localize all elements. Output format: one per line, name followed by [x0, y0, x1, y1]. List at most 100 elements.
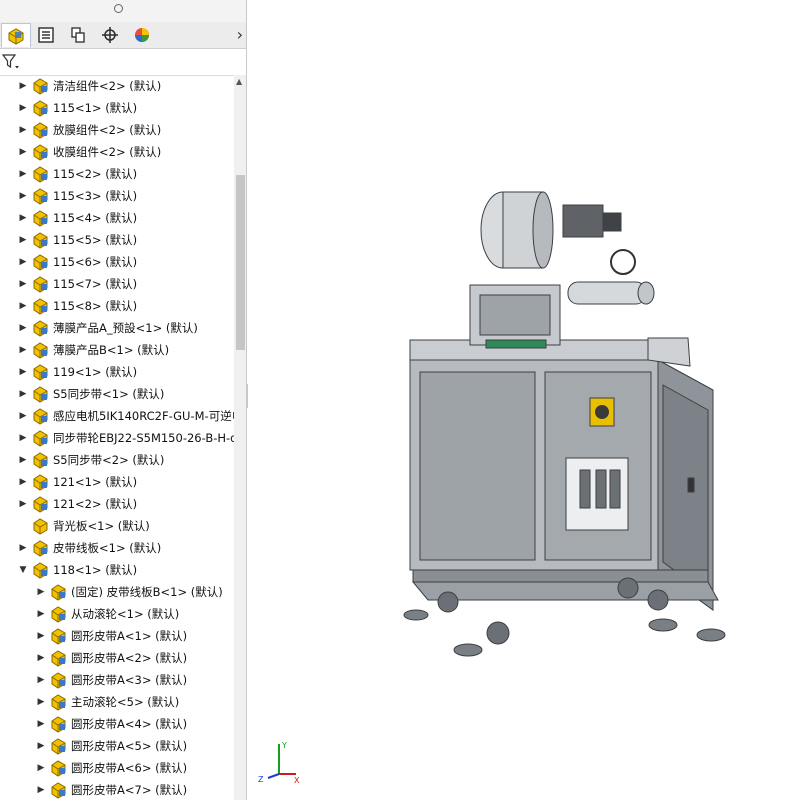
- tree-row[interactable]: ▶ 清洁组件<2> (默认): [0, 75, 234, 97]
- expand-arrow-icon[interactable]: ▶: [18, 432, 28, 444]
- tree-row[interactable]: ▶ 圆形皮带A<7> (默认): [0, 779, 234, 800]
- expand-arrow-icon[interactable]: ▶: [36, 740, 46, 752]
- tree-row[interactable]: ▶ 收膜组件<2> (默认): [0, 141, 234, 163]
- tabs-more-chevron-icon[interactable]: ›: [237, 25, 243, 44]
- tree-row[interactable]: ▶ 115<7> (默认): [0, 273, 234, 295]
- tree-row-label: 同步带轮EBJ22-S5M150-26-B-H-d10<: [53, 431, 234, 445]
- expand-arrow-icon[interactable]: ▶: [18, 366, 28, 378]
- tree-row[interactable]: ▶ 放膜组件<2> (默认): [0, 119, 234, 141]
- tab-configuration-manager[interactable]: [63, 23, 93, 47]
- expand-arrow-icon[interactable]: ▶: [36, 586, 46, 598]
- expand-arrow-icon[interactable]: ▶: [18, 476, 28, 488]
- expand-arrow-icon[interactable]: ▶: [18, 322, 28, 334]
- tree-row-label: 圆形皮带A<7> (默认): [71, 783, 188, 797]
- tab-display-manager[interactable]: [127, 23, 157, 47]
- filter-icon[interactable]: [2, 54, 20, 70]
- expand-arrow-icon[interactable]: ▶: [18, 168, 28, 180]
- tree-row[interactable]: ▶ 圆形皮带A<3> (默认): [0, 669, 234, 691]
- tree-row[interactable]: ▶ 圆形皮带A<4> (默认): [0, 713, 234, 735]
- tree-row-label: 118<1> (默认): [53, 563, 138, 577]
- tree-row[interactable]: ▶ 115<8> (默认): [0, 295, 234, 317]
- expand-arrow-icon[interactable]: ▶: [18, 498, 28, 510]
- expand-arrow-icon[interactable]: ▶: [36, 696, 46, 708]
- tree-row[interactable]: ▶ 圆形皮带A<2> (默认): [0, 647, 234, 669]
- tree-row[interactable]: ▶ 圆形皮带A<6> (默认): [0, 757, 234, 779]
- expand-arrow-icon[interactable]: ▶: [36, 784, 46, 796]
- expand-arrow-icon[interactable]: ▶: [18, 146, 28, 158]
- expand-arrow-icon[interactable]: ▶: [18, 124, 28, 136]
- panel-grip[interactable]: [0, 0, 246, 22]
- expand-arrow-icon[interactable]: ▶: [18, 454, 28, 466]
- assembly-component-icon: [51, 672, 66, 689]
- tree-row[interactable]: ▶ 薄膜产品B<1> (默认): [0, 339, 234, 361]
- tree-row-label: 115<6> (默认): [53, 255, 138, 269]
- assembly-component-icon: [33, 100, 48, 117]
- tree-row[interactable]: ▶ 同步带轮EBJ22-S5M150-26-B-H-d10<: [0, 427, 234, 449]
- expand-arrow-icon[interactable]: ▶: [18, 410, 28, 422]
- tree-row[interactable]: ▶ 圆形皮带A<1> (默认): [0, 625, 234, 647]
- tree-row-label: 115<5> (默认): [53, 233, 138, 247]
- expand-arrow-icon[interactable]: ▶: [18, 234, 28, 246]
- tree-row[interactable]: ▶ 薄膜产品A_预設<1> (默认): [0, 317, 234, 339]
- expand-arrow-icon[interactable]: ▶: [36, 762, 46, 774]
- scroll-up-arrow-icon[interactable]: ▲: [236, 77, 242, 86]
- assembly-component-icon: [33, 452, 48, 469]
- tree-filter-bar[interactable]: [0, 49, 246, 76]
- tree-row[interactable]: ▶ 119<1> (默认): [0, 361, 234, 383]
- expand-arrow-icon[interactable]: ▶: [18, 102, 28, 114]
- tree-row[interactable]: ▶ 115<6> (默认): [0, 251, 234, 273]
- tab-feature-manager[interactable]: [1, 23, 31, 47]
- tree-row[interactable]: ▶ 感应电机5IK140RC2F-GU-M-可逆电机: [0, 405, 234, 427]
- tree-row[interactable]: ▶ 115<3> (默认): [0, 185, 234, 207]
- configuration-manager-icon: [71, 27, 85, 43]
- expand-arrow-icon[interactable]: ▶: [18, 212, 28, 224]
- tree-row[interactable]: ▶ 皮带线板<1> (默认): [0, 537, 234, 559]
- expand-arrow-icon[interactable]: ▶: [18, 542, 28, 554]
- tree-row[interactable]: ▶ 115<4> (默认): [0, 207, 234, 229]
- tree-row-label: 收膜组件<2> (默认): [53, 145, 162, 159]
- assembly-component-icon: [33, 342, 48, 359]
- tree-row[interactable]: 背光板<1> (默认): [0, 515, 234, 537]
- expand-arrow-icon[interactable]: ▶: [18, 344, 28, 356]
- expand-arrow-icon[interactable]: ▶: [36, 718, 46, 730]
- tree-row[interactable]: ▶ 121<2> (默认): [0, 493, 234, 515]
- assembly-component-icon: [51, 716, 66, 733]
- tree-row-label: 115<1> (默认): [53, 101, 138, 115]
- graphics-viewport[interactable]: Y X Z: [248, 0, 800, 800]
- tree-row[interactable]: ▶ 115<2> (默认): [0, 163, 234, 185]
- expand-arrow-icon[interactable]: ▶: [18, 388, 28, 400]
- tree-row[interactable]: ▶ 从动滚轮<1> (默认): [0, 603, 234, 625]
- panel-tabs: ›: [0, 22, 246, 49]
- tree-row-label: 115<3> (默认): [53, 189, 138, 203]
- assembly-component-icon: [33, 474, 48, 491]
- tree-row[interactable]: ▶ S5同步带<1> (默认): [0, 383, 234, 405]
- tab-property-manager[interactable]: [31, 23, 61, 47]
- tree-row[interactable]: ▶ 121<1> (默认): [0, 471, 234, 493]
- tree-row[interactable]: ▶ (固定) 皮带线板B<1> (默认): [0, 581, 234, 603]
- expand-arrow-icon[interactable]: ▶: [18, 278, 28, 290]
- expand-arrow-icon[interactable]: ▶: [18, 80, 28, 92]
- collapse-arrow-icon[interactable]: ▼: [18, 564, 28, 576]
- assembly-component-icon: [33, 540, 48, 557]
- expand-arrow-icon[interactable]: ▶: [36, 608, 46, 620]
- expand-arrow-icon[interactable]: ▶: [36, 652, 46, 664]
- tree-row[interactable]: ▶ 圆形皮带A<5> (默认): [0, 735, 234, 757]
- scroll-thumb[interactable]: [236, 175, 245, 350]
- expand-arrow-icon[interactable]: ▶: [18, 300, 28, 312]
- tree-row[interactable]: ▼ 118<1> (默认): [0, 559, 234, 581]
- expand-arrow-icon[interactable]: ▶: [18, 190, 28, 202]
- tree-row[interactable]: ▶ 115<5> (默认): [0, 229, 234, 251]
- tree-row-label: 放膜组件<2> (默认): [53, 123, 162, 137]
- panel-grip-icon[interactable]: [114, 4, 123, 13]
- tree-row[interactable]: ▶ 主动滚轮<5> (默认): [0, 691, 234, 713]
- tree-row[interactable]: ▶ 115<1> (默认): [0, 97, 234, 119]
- assembly-component-icon: [33, 210, 48, 227]
- tree-row[interactable]: ▶ S5同步带<2> (默认): [0, 449, 234, 471]
- expand-arrow-icon[interactable]: ▶: [36, 630, 46, 642]
- tab-dimxpert[interactable]: [95, 23, 125, 47]
- feature-manager-panel: › ▶ 清洁组件<2> (默认) ▶ 115<1> (默认) ▶ 放膜组件<2> (默认)…: [0, 0, 247, 800]
- expand-arrow-icon[interactable]: ▶: [36, 674, 46, 686]
- tree-scrollbar[interactable]: ▲: [234, 75, 246, 800]
- expand-arrow-icon[interactable]: ▶: [18, 256, 28, 268]
- tree-row-label: 115<7> (默认): [53, 277, 138, 291]
